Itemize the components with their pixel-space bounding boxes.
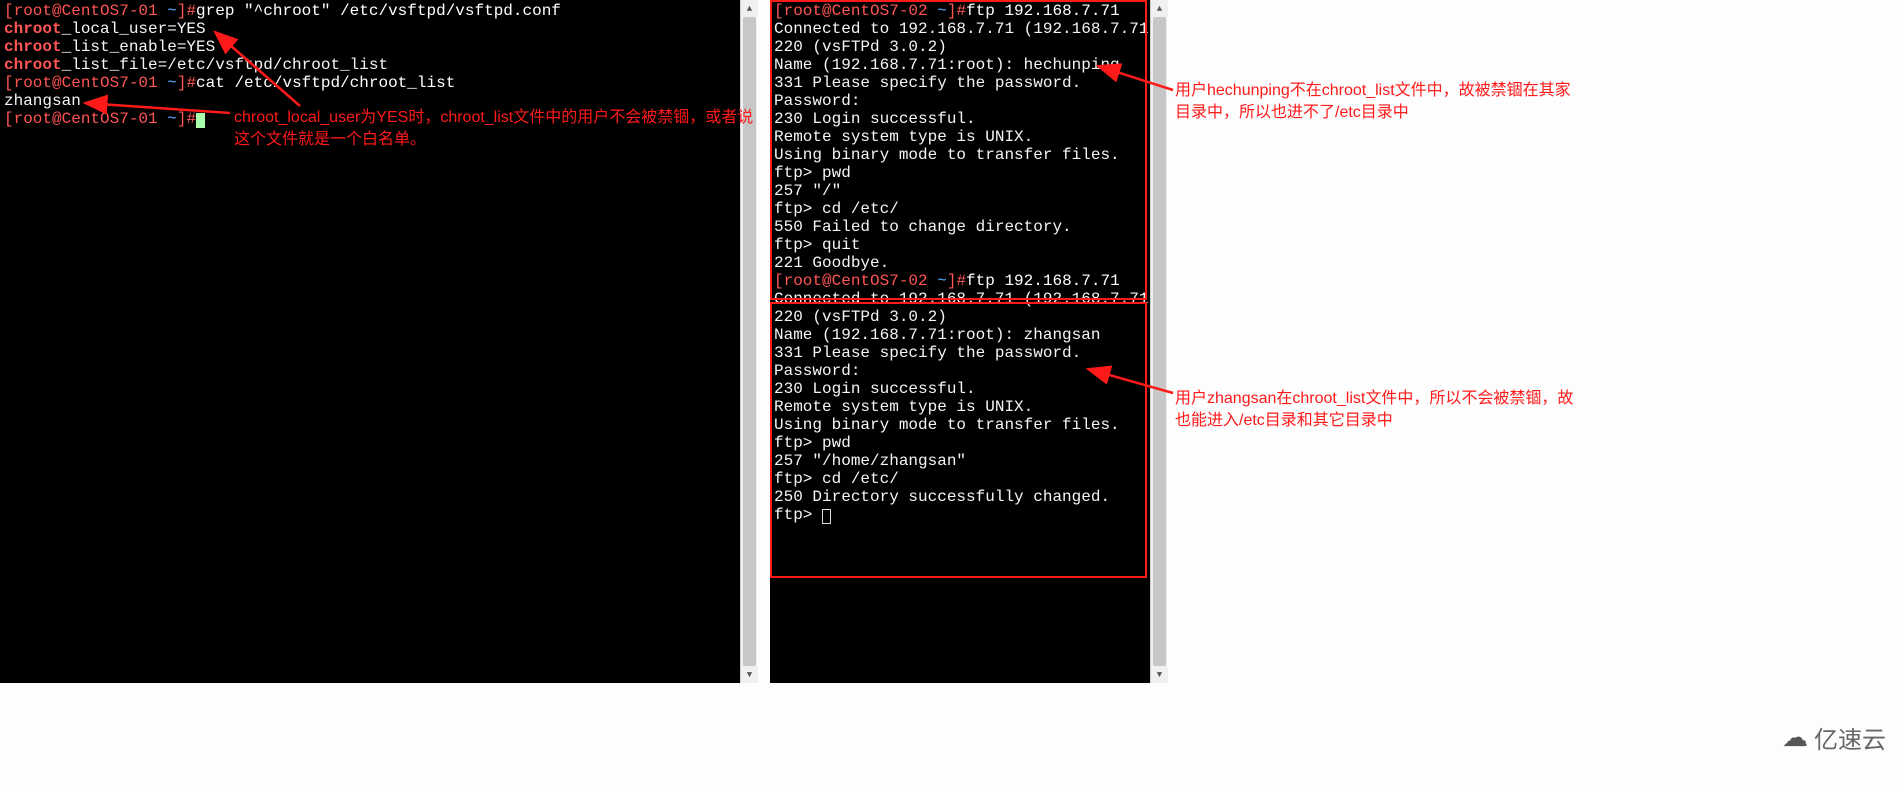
- scroll-thumb[interactable]: [1153, 17, 1166, 666]
- annotation-3: 用户zhangsan在chroot_list文件中，所以不会被禁锢，故也能进入/…: [1175, 388, 1575, 432]
- annotation-1: chroot_local_user为YES时，chroot_list文件中的用户…: [234, 107, 754, 151]
- cloud-icon: ☁: [1782, 722, 1808, 753]
- terminal-left[interactable]: [root@CentOS7-01 ~]#grep "^chroot" /etc/…: [0, 0, 740, 683]
- scroll-down-button[interactable]: ▼: [1151, 666, 1168, 683]
- cursor: [822, 509, 831, 524]
- scroll-up-button[interactable]: ▲: [741, 0, 758, 17]
- scroll-up-button[interactable]: ▲: [1151, 0, 1168, 17]
- annotation-2: 用户hechunping不在chroot_list文件中，故被禁锢在其家目录中，…: [1175, 80, 1575, 124]
- watermark-text: 亿速云: [1814, 720, 1886, 755]
- scrollbar-right[interactable]: ▲ ▼: [1150, 0, 1167, 683]
- terminal-right[interactable]: [root@CentOS7-02 ~]#ftp 192.168.7.71Conn…: [770, 0, 1150, 683]
- watermark: ☁ 亿速云: [1782, 720, 1886, 755]
- cursor: [196, 113, 205, 128]
- scroll-down-button[interactable]: ▼: [741, 666, 758, 683]
- scrollbar-left[interactable]: ▲ ▼: [740, 0, 757, 683]
